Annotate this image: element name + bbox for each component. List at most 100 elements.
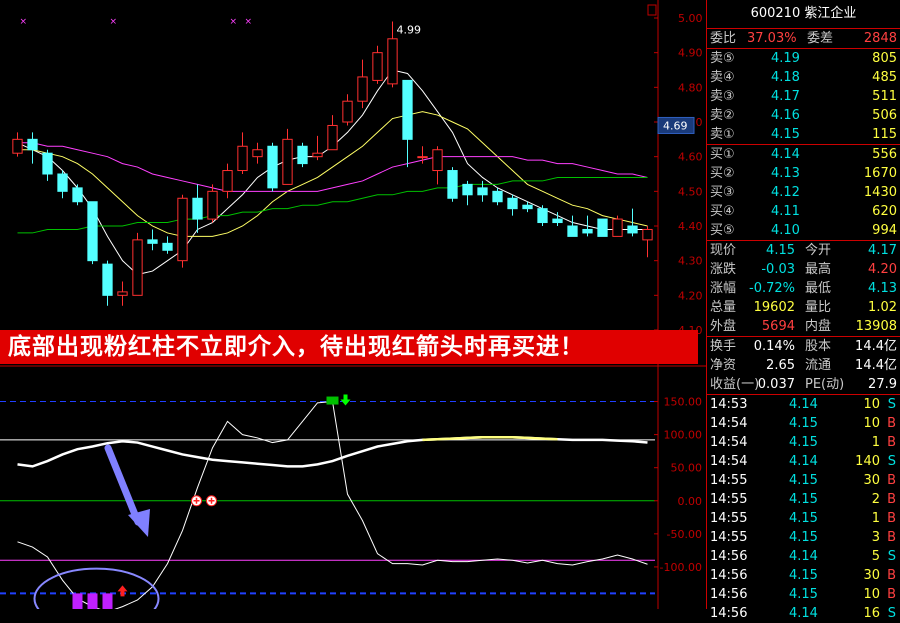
ask-row: 卖③ 4.17 511 [707, 87, 900, 106]
pink-bar [87, 593, 98, 609]
candle-body [402, 79, 413, 140]
red-up-arrow-icon [117, 585, 128, 597]
tick-time: 14:55 [710, 473, 748, 488]
candle-body [462, 183, 473, 196]
candle [582, 215, 593, 237]
tick-price: 4.14 [789, 606, 818, 621]
tick-side: B [887, 473, 896, 488]
tick-volume: 2 [871, 492, 880, 507]
stat-label: 换手 [710, 339, 737, 354]
tick-side: B [887, 416, 896, 431]
tick-row: 14:54 4.15 1 B [707, 433, 900, 452]
book-label: 买④ [710, 204, 735, 219]
stat-row: 换手 0.14% 股本 14.4亿 [707, 337, 900, 356]
book-label: 买⑤ [710, 223, 735, 238]
stat-value: 0.14% [753, 339, 795, 354]
top-x-marker: × [20, 17, 28, 27]
tick-side: S [887, 454, 896, 469]
stat-row: 涨跌 -0.03 最高 4.20 [707, 260, 900, 279]
book-volume: 620 [872, 204, 897, 219]
tick-volume: 5 [871, 549, 880, 564]
candle-body [57, 173, 68, 192]
tick-side: B [887, 568, 896, 583]
tick-price: 4.15 [789, 530, 818, 545]
stat-label: 现价 [710, 243, 737, 258]
ask-row: 卖① 4.15 115 [707, 125, 900, 145]
book-price: 4.12 [771, 185, 800, 200]
candle-body [597, 218, 608, 237]
bid-row: 买④ 4.11 620 [707, 202, 900, 221]
green-down-arrow-icon [340, 394, 351, 406]
bid-row: 买⑤ 4.10 994 [707, 221, 900, 241]
stat-row: 涨幅 -0.72% 最低 4.13 [707, 279, 900, 298]
stat-row: 总量 19602 量比 1.02 [707, 298, 900, 317]
tick-volume: 3 [871, 530, 880, 545]
tick-price: 4.14 [789, 549, 818, 564]
tick-side: S [887, 549, 896, 564]
stat-label: 总量 [710, 300, 737, 315]
candle-body [552, 218, 563, 224]
stat-label: 外盘 [710, 319, 737, 334]
candle [312, 135, 323, 161]
weibi-label: 委比 [710, 31, 737, 46]
candle-body [12, 138, 23, 154]
tick-time: 14:55 [710, 530, 748, 545]
tick-time: 14:54 [710, 435, 748, 450]
candle-body [372, 52, 383, 81]
tick-row: 14:56 4.15 10 B [707, 585, 900, 604]
candle [102, 260, 113, 306]
tick-side: B [887, 587, 896, 602]
tick-price: 4.15 [789, 492, 818, 507]
candle [462, 180, 473, 206]
tick-price: 4.14 [789, 397, 818, 412]
candle [642, 226, 653, 258]
stat-row: 净资 2.65 流通 14.4亿 [707, 356, 900, 375]
tick-side: S [887, 397, 896, 412]
candle [177, 194, 188, 268]
candle-body [72, 187, 83, 203]
y-tick-label: -50.00 [667, 528, 702, 541]
y-tick-label: 4.80 [678, 81, 703, 94]
tick-price: 4.15 [789, 473, 818, 488]
y-tick-label: 4.20 [678, 289, 703, 302]
candle-body [147, 239, 158, 244]
tick-price: 4.15 [789, 587, 818, 602]
candle-body [612, 218, 623, 237]
candle [342, 94, 353, 126]
candle-body [432, 149, 443, 172]
top-x-marker: × [245, 17, 253, 27]
tick-time: 14:55 [710, 511, 748, 526]
candle [297, 142, 308, 168]
candle [72, 184, 83, 206]
candle-body [642, 228, 653, 241]
tick-volume: 10 [863, 587, 880, 602]
tick-row: 14:56 4.14 5 S [707, 547, 900, 566]
tick-side: S [887, 606, 896, 621]
y-tick-label: 4.30 [678, 255, 703, 268]
book-volume: 556 [872, 147, 897, 162]
candle [237, 132, 248, 174]
weicha-value: 2848 [863, 31, 897, 46]
tick-time: 14:56 [710, 549, 748, 564]
stat-value: 1.02 [868, 300, 897, 315]
stat-value: 4.17 [868, 243, 897, 258]
tick-row: 14:56 4.15 30 B [707, 566, 900, 585]
stat-value: -0.03 [761, 262, 795, 277]
candle [327, 115, 338, 151]
stat-value: -0.72% [749, 281, 795, 296]
tick-volume: 140 [855, 454, 880, 469]
tick-volume: 10 [863, 416, 880, 431]
stock-name: 紫江企业 [804, 6, 857, 21]
bid-row: 买① 4.14 556 [707, 145, 900, 164]
stat-label: 今开 [805, 243, 832, 258]
stat-value: 4.20 [868, 262, 897, 277]
book-price: 4.14 [771, 147, 800, 162]
y-tick-label: 150.00 [664, 396, 703, 409]
stat-label: 最高 [805, 262, 832, 277]
book-price: 4.17 [771, 89, 800, 104]
tick-volume: 1 [871, 435, 880, 450]
tick-row: 14:55 4.15 3 B [707, 528, 900, 547]
stat-label: 最低 [805, 281, 832, 296]
book-volume: 115 [872, 127, 897, 142]
book-price: 4.16 [771, 108, 800, 123]
